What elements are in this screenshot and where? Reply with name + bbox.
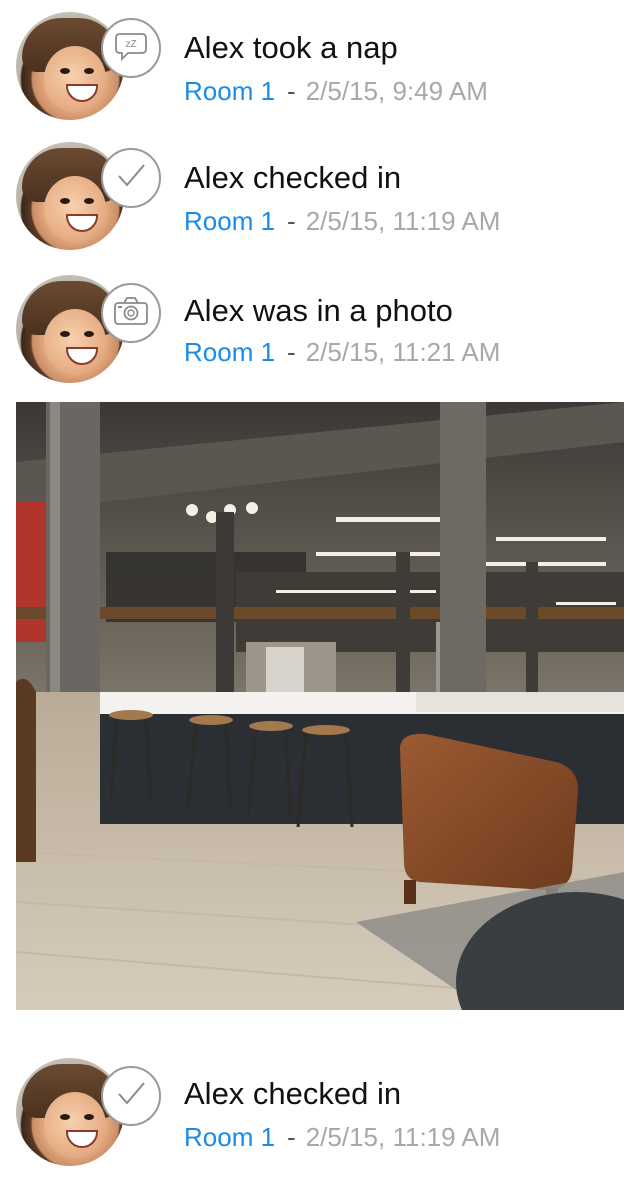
feed-item-title: Alex took a nap <box>184 30 398 65</box>
feed-item-photo[interactable]: Alex was in a photo Room 1-2/5/15, 11:21… <box>0 275 640 395</box>
feed-item-nap[interactable]: zZ Alex took a nap Room 1-2/5/15, 9:49 A… <box>0 12 640 132</box>
timestamp: 2/5/15, 11:19 AM <box>305 1122 501 1152</box>
feed-item-title: Alex checked in <box>184 1076 402 1111</box>
feed-photo[interactable] <box>16 402 624 1010</box>
nap-badge: zZ <box>101 18 161 78</box>
feed-item-meta: Room 1-2/5/15, 11:19 AM <box>184 1122 500 1153</box>
room-link[interactable]: Room 1 <box>184 1122 275 1152</box>
photo-image <box>16 402 624 1010</box>
feed-item-check-in[interactable]: Alex checked in Room 1-2/5/15, 11:19 AM <box>0 142 640 262</box>
feed-item-title: Alex was in a photo <box>184 293 453 328</box>
timestamp: 2/5/15, 11:19 AM <box>305 206 501 236</box>
room-link[interactable]: Room 1 <box>184 206 275 236</box>
feed-item-title: Alex checked in <box>184 160 402 195</box>
feed-item-check-in[interactable]: Alex checked in Room 1-2/5/15, 11:19 AM <box>0 1058 640 1178</box>
svg-text:zZ: zZ <box>125 39 136 50</box>
feed-item-meta: Room 1-2/5/15, 9:49 AM <box>184 76 488 107</box>
room-link[interactable]: Room 1 <box>184 337 275 367</box>
room-link[interactable]: Room 1 <box>184 76 275 106</box>
photo-badge <box>101 283 161 343</box>
timestamp: 2/5/15, 9:49 AM <box>305 76 488 106</box>
meta-separator: - <box>287 76 296 106</box>
feed-item-meta: Room 1-2/5/15, 11:21 AM <box>184 337 500 368</box>
meta-separator: - <box>287 206 296 236</box>
checkmark-icon <box>114 1079 148 1114</box>
meta-separator: - <box>287 1122 296 1152</box>
checkmark-icon <box>114 161 148 196</box>
check-in-badge <box>101 148 161 208</box>
activity-feed: zZ Alex took a nap Room 1-2/5/15, 9:49 A… <box>0 0 640 1166</box>
feed-item-meta: Room 1-2/5/15, 11:19 AM <box>184 206 500 237</box>
zz-nap-icon: zZ <box>114 31 148 66</box>
camera-icon <box>113 296 149 331</box>
meta-separator: - <box>287 337 296 367</box>
check-in-badge <box>101 1066 161 1126</box>
timestamp: 2/5/15, 11:21 AM <box>305 337 501 367</box>
